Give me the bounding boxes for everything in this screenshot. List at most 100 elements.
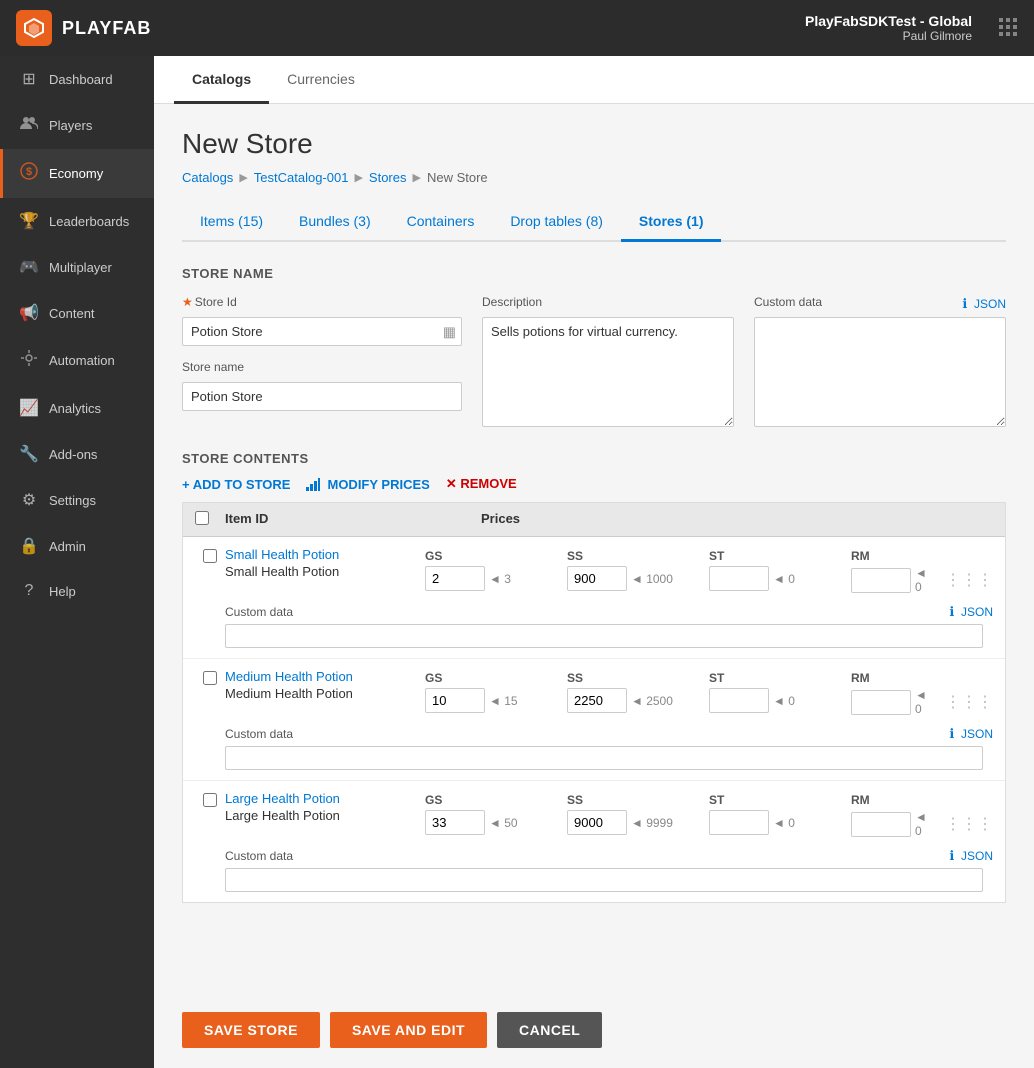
addons-icon: 🔧 xyxy=(19,444,39,464)
sidebar-item-help[interactable]: ? Help xyxy=(0,569,154,613)
custom-data-header: Custom data ℹ JSON xyxy=(754,295,1006,313)
row-2-price-cols: GS ◄ 15 SS xyxy=(425,669,993,718)
row-2-json-link[interactable]: ℹ JSON xyxy=(949,726,993,742)
custom-data-input[interactable] xyxy=(754,317,1006,427)
row-2-custom-input[interactable] xyxy=(225,746,983,770)
nav-tab-bundles[interactable]: Bundles (3) xyxy=(281,203,389,242)
sidebar-item-dashboard[interactable]: ⊞ Dashboard xyxy=(0,56,154,102)
admin-icon: 🔒 xyxy=(19,536,39,556)
sidebar-item-automation[interactable]: Automation xyxy=(0,336,154,385)
row-3-json-link[interactable]: ℹ JSON xyxy=(949,848,993,864)
json-link-header[interactable]: ℹ JSON xyxy=(962,296,1006,312)
row-1-checkbox[interactable] xyxy=(203,549,217,563)
drag-handle-2[interactable]: ⋮⋮⋮ xyxy=(945,692,993,712)
store-table: Item ID Prices Small Health Potion Small… xyxy=(182,502,1006,903)
sidebar-label-multiplayer: Multiplayer xyxy=(49,260,112,275)
remove-button[interactable]: ✕ REMOVE xyxy=(446,476,517,492)
row-3-st-input[interactable] xyxy=(709,810,769,835)
logo: PLAYFAB xyxy=(16,10,151,46)
custom-data-group: Custom data ℹ JSON xyxy=(754,295,1006,427)
sidebar-item-leaderboards[interactable]: 🏆 Leaderboards xyxy=(0,198,154,244)
tab-catalogs[interactable]: Catalogs xyxy=(174,57,269,104)
tab-currencies[interactable]: Currencies xyxy=(269,57,373,104)
row-1-json-link[interactable]: ℹ JSON xyxy=(949,604,993,620)
row-2-rm-input[interactable] xyxy=(851,690,911,715)
row-3-ss-input[interactable] xyxy=(567,810,627,835)
row-checkbox-2 xyxy=(195,669,225,685)
store-name-input[interactable] xyxy=(182,382,462,411)
save-and-edit-button[interactable]: SAVE AND EDIT xyxy=(330,1012,487,1048)
store-id-label: ★Store Id xyxy=(182,295,462,309)
sidebar-item-addons[interactable]: 🔧 Add-ons xyxy=(0,431,154,477)
info-icon-1: ℹ xyxy=(949,604,954,619)
select-all-checkbox[interactable] xyxy=(195,511,209,525)
breadcrumb-catalogs[interactable]: Catalogs xyxy=(182,170,233,185)
row-3-gs-input[interactable] xyxy=(425,810,485,835)
modify-prices-label: MODIFY PRICES xyxy=(327,477,429,492)
row-1-ss-col: SS ◄ 1000 xyxy=(567,547,709,596)
row-main-1: Small Health Potion Small Health Potion … xyxy=(183,537,1005,596)
sidebar-label-automation: Automation xyxy=(49,353,115,368)
nav-tab-drop-tables[interactable]: Drop tables (8) xyxy=(492,203,621,242)
add-to-store-button[interactable]: + ADD TO STORE xyxy=(182,477,290,492)
row-1-custom-label: Custom data xyxy=(225,605,293,619)
sidebar: ⊞ Dashboard Players $ Economy 🏆 Leaderbo… xyxy=(0,56,154,1068)
row-1-ss-input[interactable] xyxy=(567,566,627,591)
row-3-custom-data-row: Custom data ℹ JSON xyxy=(225,848,993,864)
drag-handle-1[interactable]: ⋮⋮⋮ xyxy=(945,570,993,590)
sidebar-item-players[interactable]: Players xyxy=(0,102,154,149)
sidebar-item-analytics[interactable]: 📈 Analytics xyxy=(0,385,154,431)
save-store-button[interactable]: SAVE STORE xyxy=(182,1012,320,1048)
sidebar-label-admin: Admin xyxy=(49,539,86,554)
row-1-prices: GS ◄ 3 SS xyxy=(425,547,993,596)
json-link-3[interactable]: JSON xyxy=(961,849,993,863)
row-3-rm-hint: ◄ 0 xyxy=(915,810,931,838)
row-2-custom-label: Custom data xyxy=(225,727,293,741)
row-2-gs-input[interactable] xyxy=(425,688,485,713)
row-2-ss-input[interactable] xyxy=(567,688,627,713)
cancel-button[interactable]: CANCEL xyxy=(497,1012,602,1048)
row-2-st-input[interactable] xyxy=(709,688,769,713)
logo-text: PLAYFAB xyxy=(62,18,151,39)
settings-icon: ⚙ xyxy=(19,490,39,510)
drag-handle-3[interactable]: ⋮⋮⋮ xyxy=(945,814,993,834)
row-1-gs-input[interactable] xyxy=(425,566,485,591)
row-3-item-link[interactable]: Large Health Potion xyxy=(225,791,425,806)
description-input[interactable] xyxy=(482,317,734,427)
table-row: Small Health Potion Small Health Potion … xyxy=(183,537,1005,659)
nav-tab-items[interactable]: Items (15) xyxy=(182,203,281,242)
row-2-item-link[interactable]: Medium Health Potion xyxy=(225,669,425,684)
nav-tab-stores[interactable]: Stores (1) xyxy=(621,203,722,242)
json-link-text-header[interactable]: JSON xyxy=(974,297,1006,311)
store-id-input[interactable] xyxy=(182,317,462,346)
row-3-rm-input[interactable] xyxy=(851,812,911,837)
table-row: Medium Health Potion Medium Health Potio… xyxy=(183,659,1005,781)
row-1-item-subtitle: Small Health Potion xyxy=(225,564,425,579)
sidebar-item-economy[interactable]: $ Economy xyxy=(0,149,154,198)
grid-icon[interactable] xyxy=(998,17,1018,40)
json-link-2[interactable]: JSON xyxy=(961,727,993,741)
topbar: PLAYFAB PlayFabSDKTest - Global Paul Gil… xyxy=(0,0,1034,56)
row-1-custom-input[interactable] xyxy=(225,624,983,648)
nav-tab-containers[interactable]: Containers xyxy=(389,203,493,242)
user-name: Paul Gilmore xyxy=(805,29,972,43)
svg-text:$: $ xyxy=(26,166,32,178)
breadcrumb-stores[interactable]: Stores xyxy=(369,170,407,185)
breadcrumb-catalog-name[interactable]: TestCatalog-001 xyxy=(254,170,349,185)
json-link-1[interactable]: JSON xyxy=(961,605,993,619)
row-3-checkbox[interactable] xyxy=(203,793,217,807)
header-item-id: Item ID xyxy=(225,511,481,528)
row-3-custom-input[interactable] xyxy=(225,868,983,892)
topbar-user: PlayFabSDKTest - Global Paul Gilmore xyxy=(805,13,972,43)
row-1-rm-input[interactable] xyxy=(851,568,911,593)
row-1-item-link[interactable]: Small Health Potion xyxy=(225,547,425,562)
sidebar-item-content[interactable]: 📢 Content xyxy=(0,290,154,336)
row-1-st-input[interactable] xyxy=(709,566,769,591)
row-2-checkbox[interactable] xyxy=(203,671,217,685)
sidebar-item-settings[interactable]: ⚙ Settings xyxy=(0,477,154,523)
nav-tabs: Items (15) Bundles (3) Containers Drop t… xyxy=(182,203,1006,242)
sidebar-item-multiplayer[interactable]: 🎮 Multiplayer xyxy=(0,244,154,290)
row-3-ss-col: SS ◄ 9999 xyxy=(567,791,709,840)
modify-prices-button[interactable]: MODIFY PRICES xyxy=(306,477,429,492)
sidebar-item-admin[interactable]: 🔒 Admin xyxy=(0,523,154,569)
